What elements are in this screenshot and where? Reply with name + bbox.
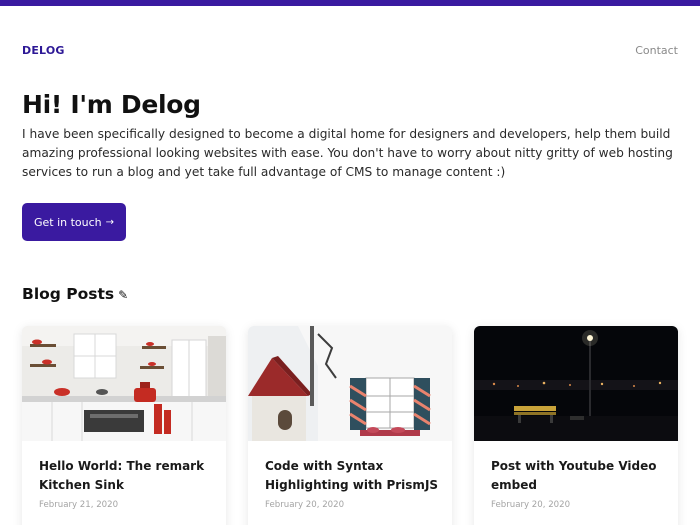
arrow-right-icon: →: [105, 216, 115, 228]
blog-post-title[interactable]: Code with Syntax Highlighting with Prism…: [265, 457, 440, 495]
blog-post-list: Hello World: The remark Kitchen Sink Feb…: [22, 326, 678, 525]
blog-post-card[interactable]: Code with Syntax Highlighting with Prism…: [248, 326, 452, 525]
blog-post-title[interactable]: Post with Youtube Video embed: [491, 457, 666, 495]
blog-post-title[interactable]: Hello World: The remark Kitchen Sink: [39, 457, 214, 495]
building-photo: [248, 326, 452, 441]
blog-posts-heading-label: Blog Posts: [22, 285, 115, 303]
site-logo[interactable]: DELOG: [22, 44, 65, 57]
get-in-touch-label: Get in touch: [33, 215, 102, 229]
hero-title: Hi! I'm Delog: [22, 90, 201, 119]
blog-post-date: February 21, 2020: [39, 500, 119, 510]
top-accent-bar: [0, 0, 700, 6]
blog-post-card[interactable]: Post with Youtube Video embed February 2…: [474, 326, 678, 525]
blog-post-date: February 20, 2020: [265, 500, 345, 510]
hero-description: I have been specifically designed to bec…: [22, 127, 673, 179]
kitchen-photo: [22, 326, 226, 441]
blog-post-date: February 20, 2020: [491, 500, 571, 510]
blog-post-card[interactable]: Hello World: The remark Kitchen Sink Feb…: [22, 326, 226, 525]
blog-posts-heading: Blog Posts ✎: [22, 285, 128, 303]
night-bench-photo: [474, 326, 678, 441]
nav-contact-link[interactable]: Contact: [635, 44, 678, 57]
site-header: DELOG Contact: [22, 42, 678, 58]
get-in-touch-button[interactable]: Get in touch →: [22, 203, 126, 241]
pencil-icon: ✎: [118, 288, 129, 302]
